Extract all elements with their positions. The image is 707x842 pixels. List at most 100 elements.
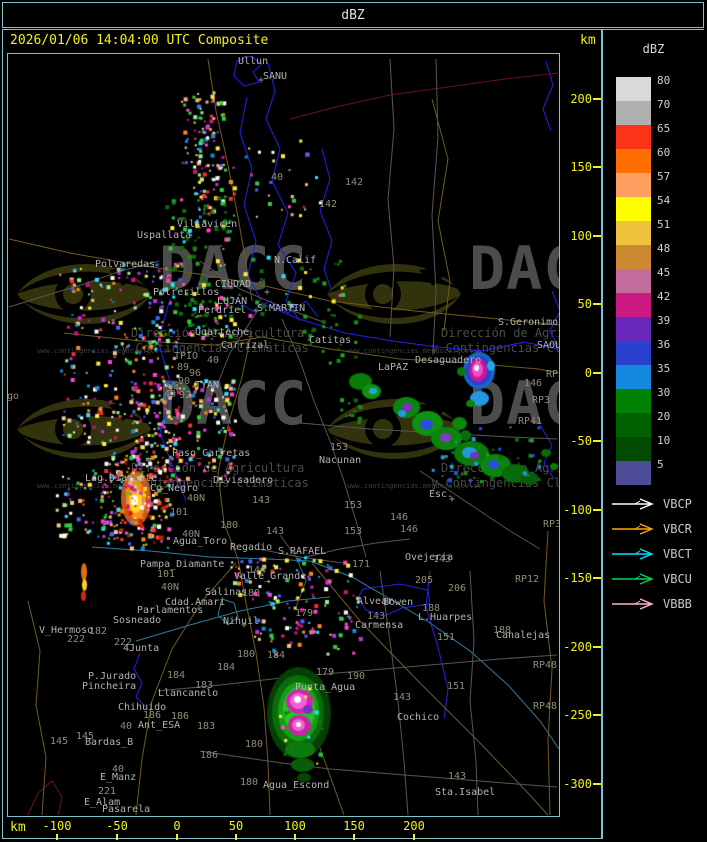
route-label-171: 171 bbox=[352, 559, 371, 570]
dbz-swatch-39 bbox=[616, 317, 651, 341]
route-label-182: 182 bbox=[89, 626, 108, 637]
route-label-206: 206 bbox=[448, 583, 467, 594]
route-label-40: 40 bbox=[164, 389, 177, 400]
dbz-swatch-36 bbox=[616, 341, 651, 365]
route-label-92: 92 bbox=[179, 390, 192, 401]
route-label-40n: 40N bbox=[187, 493, 206, 504]
route-label-151: 151 bbox=[447, 681, 466, 692]
route-label-40: 40 bbox=[112, 764, 125, 775]
route-label-190: 190 bbox=[347, 671, 366, 682]
place-label-llancanelo: Llancanelo bbox=[158, 688, 219, 699]
dbz-swatch-51 bbox=[616, 221, 651, 245]
route-label-186: 186 bbox=[200, 750, 219, 761]
place-label-uspallata: Uspallata bbox=[137, 230, 192, 241]
place-label-polvaredas: Polvaredas bbox=[95, 259, 156, 270]
dbz-swatch-20 bbox=[616, 413, 651, 437]
bottom-axis-tick-label: 200 bbox=[403, 819, 425, 833]
dbz-swatch-35 bbox=[616, 365, 651, 389]
place-label-sta-isabel: Sta.Isabel bbox=[435, 787, 496, 798]
vector-label: VBCP bbox=[663, 497, 692, 511]
right-axis-tick bbox=[593, 714, 601, 716]
dbz-swatch-65 bbox=[616, 125, 651, 149]
place-label-nacunan: Nacunan bbox=[319, 455, 362, 466]
route-label-180: 180 bbox=[245, 739, 264, 750]
place-label-agua-toro: Agua_Toro bbox=[173, 536, 228, 547]
place-label-ant-esa: Ant_ESA bbox=[138, 720, 181, 731]
route-label-rp12: RP12 bbox=[515, 574, 540, 585]
dbz-value-label: 39 bbox=[657, 314, 671, 327]
route-label-89: 89 bbox=[177, 362, 190, 373]
dbz-value-label: 54 bbox=[657, 194, 671, 207]
dbz-value-label: 10 bbox=[657, 434, 671, 447]
vector-label: VBCT bbox=[663, 547, 692, 561]
place-label-cochico: Cochico bbox=[397, 712, 440, 723]
place-label-pincheira: Pincheira bbox=[82, 681, 137, 692]
dbz-value-label: 60 bbox=[657, 146, 671, 159]
right-axis-tick bbox=[593, 509, 601, 511]
place-label-sosneado: Sosneado bbox=[113, 615, 162, 626]
place-label-agua-escond: Agua_Escond bbox=[263, 780, 330, 791]
dbz-swatch-5 bbox=[616, 461, 651, 485]
route-label-184: 184 bbox=[217, 662, 236, 673]
vbcu-arrow-icon bbox=[612, 573, 654, 585]
place-label-tyan: TYAN bbox=[195, 380, 220, 391]
place-label-punta-agua: Punta_Agua bbox=[295, 682, 356, 693]
place-label-divisadero: Divisadero bbox=[213, 475, 274, 486]
dbz-value-label: 51 bbox=[657, 218, 671, 231]
place-label-s-rafael: S.RAFAEL bbox=[278, 546, 327, 557]
dbz-swatch-45 bbox=[616, 269, 651, 293]
bottom-axis-tick bbox=[294, 834, 296, 840]
right-axis-tick-label: -250 bbox=[563, 708, 592, 722]
right-axis-tick bbox=[593, 440, 601, 442]
route-label-146: 146 bbox=[524, 378, 543, 389]
vector-label: VBCR bbox=[663, 522, 692, 536]
right-axis-tick bbox=[593, 372, 601, 374]
bottom-axis-tick-label: -100 bbox=[42, 819, 72, 833]
route-label-180: 180 bbox=[242, 588, 261, 599]
station-marker-icon: + bbox=[241, 620, 248, 631]
timestamp-label: 2026/01/06 14:04:00 UTC Composite bbox=[10, 33, 269, 48]
right-axis-tick-label: 150 bbox=[570, 160, 592, 174]
route-label-143: 143 bbox=[448, 771, 467, 782]
vbbb-arrow-icon bbox=[612, 598, 654, 610]
place-label-bardas-b: Bardas_B bbox=[85, 737, 134, 748]
station-marker-icon: + bbox=[449, 494, 456, 505]
place-label-lapaz: LaPAZ bbox=[378, 362, 409, 373]
right-axis-tick bbox=[593, 235, 601, 237]
place-label-ciudad: CIUDAD bbox=[215, 279, 252, 290]
place-label-paso-carretas: Paso_Carretas bbox=[172, 448, 251, 459]
place-label-pampa-diamante: Pampa_Diamante bbox=[140, 559, 225, 570]
place-label-s-martin: S.MARTIN bbox=[257, 303, 306, 314]
route-label-101: 101 bbox=[170, 507, 189, 518]
route-label-184: 184 bbox=[167, 670, 186, 681]
vector-legend-row-vbct: VBCT bbox=[611, 546, 703, 561]
dbz-swatch-57 bbox=[616, 173, 651, 197]
right-axis-unit: km bbox=[580, 33, 596, 48]
route-label-151: 151 bbox=[437, 632, 456, 643]
route-label-rp3: RP3 bbox=[546, 369, 559, 380]
place-label-canalejas: Canalejas bbox=[496, 630, 551, 641]
route-label-ago: ago bbox=[7, 391, 20, 402]
dbz-swatch-42 bbox=[616, 293, 651, 317]
dbz-value-label: 42 bbox=[657, 290, 671, 303]
dbz-swatch-30 bbox=[616, 389, 651, 413]
radar-map-area: DACCDirección de Agriculturay Contingenc… bbox=[7, 53, 560, 817]
vbcr-arrow-icon bbox=[612, 523, 654, 535]
dbz-value-label: 45 bbox=[657, 266, 671, 279]
bottom-axis-tick-label: 150 bbox=[343, 819, 365, 833]
route-label-40n: 40N bbox=[161, 582, 180, 593]
radar-echoes-layer bbox=[8, 54, 559, 816]
right-axis-tick-label: 50 bbox=[577, 297, 592, 311]
right-axis-tick-label: -100 bbox=[563, 503, 592, 517]
bottom-axis-tick bbox=[353, 834, 355, 840]
right-axis-tick bbox=[593, 166, 601, 168]
place-label-pasarela: Pasarela bbox=[102, 804, 151, 815]
route-label-184: 184 bbox=[267, 650, 286, 661]
route-label-143: 143 bbox=[252, 495, 271, 506]
bottom-axis: km -100 -50 0 50 100 150 200 bbox=[2, 816, 601, 840]
dbz-value-label: 65 bbox=[657, 122, 671, 135]
right-axis-tick bbox=[593, 783, 601, 785]
route-label-143: 143 bbox=[266, 526, 285, 537]
station-marker-icon: + bbox=[346, 612, 353, 623]
route-label-153: 153 bbox=[344, 526, 363, 537]
